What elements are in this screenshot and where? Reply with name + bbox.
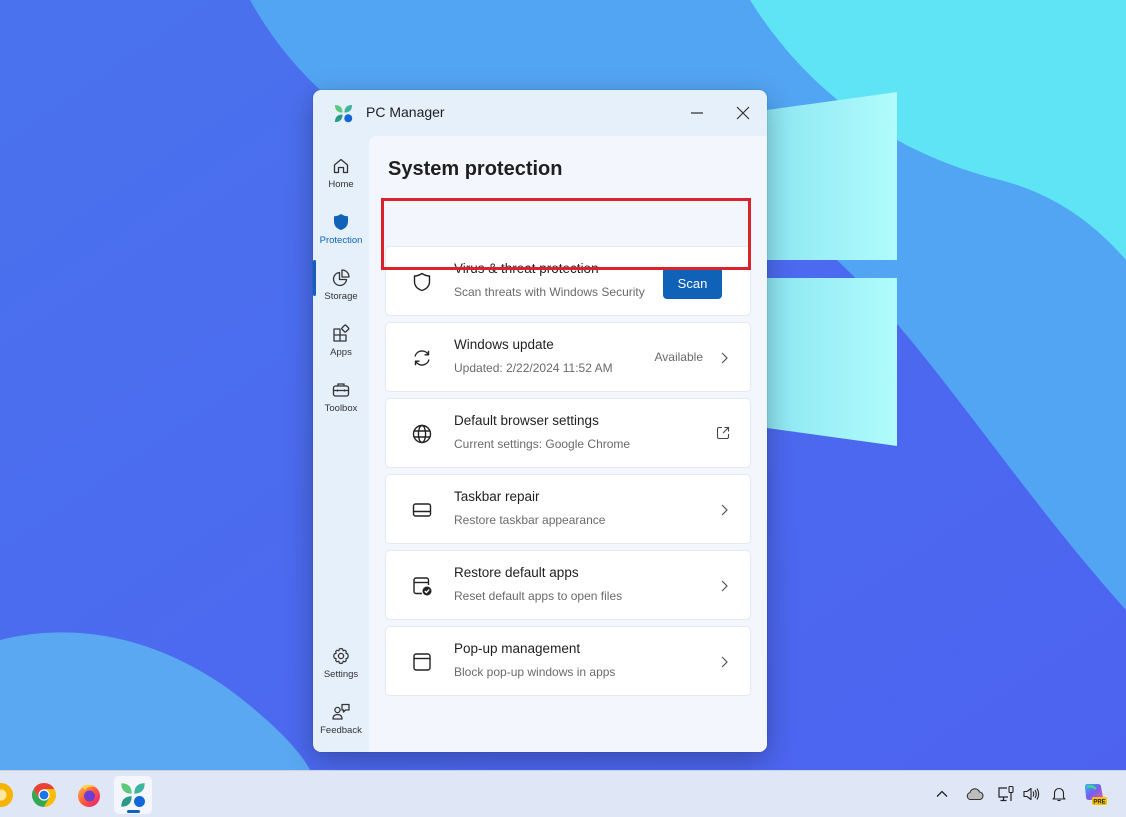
copilot-button[interactable]: PRE (1082, 781, 1108, 807)
sidebar-item-toolbox[interactable]: Toolbox (313, 378, 369, 428)
card-title: Default browser settings (454, 413, 599, 428)
card-taskbar-repair[interactable]: Taskbar repair Restore taskbar appearanc… (385, 474, 751, 544)
sidebar-item-label: Apps (330, 347, 352, 358)
chevron-right-icon (721, 352, 728, 364)
card-virus-threat-protection[interactable]: Virus & threat protection Scan threats w… (385, 246, 751, 316)
close-button[interactable] (723, 98, 763, 128)
card-subtitle: Block pop-up windows in apps (454, 665, 616, 679)
taskbar-app-firefox[interactable] (70, 776, 108, 814)
sidebar-item-label: Feedback (320, 725, 362, 736)
copilot-badge: PRE (1093, 800, 1105, 806)
taskbar: PRE (0, 770, 1126, 817)
minimize-icon (691, 112, 703, 114)
gear-icon (333, 647, 349, 665)
card-subtitle: Current settings: Google Chrome (454, 437, 631, 451)
scan-button[interactable]: Scan (663, 267, 722, 299)
globe-icon (412, 424, 432, 444)
card-title: Pop-up management (454, 641, 581, 656)
sidebar-item-label: Protection (319, 235, 363, 246)
windows-logo-pane (767, 92, 897, 260)
card-subtitle: Updated: 2/22/2024 11:52 AM (454, 361, 613, 375)
sidebar-item-home[interactable]: Home (313, 154, 369, 204)
card-title: Restore default apps (454, 565, 579, 580)
sidebar-nav: Home Protection Storage Apps Toolbox Set… (313, 140, 369, 752)
sidebar-item-label: Settings (323, 669, 359, 680)
sidebar-item-apps[interactable]: Apps (313, 322, 369, 372)
bell-icon (1052, 787, 1066, 802)
network-tray-button[interactable] (996, 784, 1016, 804)
card-windows-update[interactable]: Windows update Updated: 2/22/2024 11:52 … (385, 322, 751, 392)
pc-manager-icon (121, 783, 145, 807)
taskbar-app-pc-manager[interactable] (114, 776, 152, 814)
windows-logo-pane (767, 278, 897, 446)
taskbar-app-chrome-canary[interactable] (0, 776, 20, 814)
close-icon (736, 106, 750, 120)
card-title: Taskbar repair (454, 489, 540, 504)
network-icon (998, 785, 1014, 802)
running-indicator (127, 810, 140, 813)
taskbar-icon (412, 503, 432, 517)
sidebar-item-label: Home (328, 179, 354, 190)
toolbox-icon (332, 383, 350, 397)
app-check-icon (413, 577, 432, 596)
card-popup-management[interactable]: Pop-up management Block pop-up windows i… (385, 626, 751, 696)
window-title: PC Manager (366, 104, 445, 120)
shield-outline-icon (413, 272, 431, 292)
chrome-icon (31, 783, 57, 807)
pc-manager-logo-icon (334, 104, 353, 123)
card-subtitle: Reset default apps to open files (454, 589, 623, 603)
sidebar-item-label: Toolbox (324, 403, 358, 414)
chevron-right-icon (721, 656, 728, 668)
notifications-button[interactable] (1049, 784, 1069, 804)
home-icon (333, 158, 349, 174)
update-status: Available (654, 350, 703, 364)
taskbar-app-chrome[interactable] (25, 776, 63, 814)
card-title: Windows update (454, 337, 554, 352)
apps-icon (333, 324, 350, 342)
card-subtitle: Restore taskbar appearance (454, 513, 606, 527)
card-restore-default-apps[interactable]: Restore default apps Reset default apps … (385, 550, 751, 620)
chevron-right-icon (721, 580, 728, 592)
card-subtitle: Scan threats with Windows Security (454, 285, 645, 299)
external-link-icon (716, 426, 730, 440)
sidebar-item-settings[interactable]: Settings (313, 644, 369, 694)
shield-icon (334, 214, 348, 230)
speaker-icon (1023, 787, 1040, 801)
copilot-icon: PRE (1085, 784, 1107, 806)
pc-manager-window: PC Manager Home Protection Storage Apps … (313, 90, 767, 752)
sidebar-item-feedback[interactable]: Feedback (313, 700, 369, 750)
chevron-up-icon (936, 790, 948, 797)
minimize-button[interactable] (677, 98, 717, 128)
window-icon (413, 653, 431, 671)
chevron-right-icon (721, 504, 728, 516)
onedrive-tray-button[interactable] (965, 784, 985, 804)
chrome-canary-icon (0, 783, 13, 807)
sync-icon (414, 350, 430, 366)
show-hidden-icons-button[interactable] (932, 784, 952, 804)
page-title: System protection (388, 158, 563, 180)
cloud-icon (966, 788, 984, 801)
card-default-browser-settings[interactable]: Default browser settings Current setting… (385, 398, 751, 468)
content-pane: System protection Virus & threat protect… (369, 136, 767, 752)
sidebar-item-storage[interactable]: Storage (313, 266, 369, 316)
title-bar[interactable]: PC Manager (313, 90, 767, 136)
firefox-icon (78, 784, 100, 807)
feedback-icon (332, 703, 350, 720)
card-title: Virus & threat protection (454, 261, 599, 276)
sidebar-item-protection[interactable]: Protection (313, 210, 369, 260)
pie-chart-icon (332, 269, 350, 287)
sidebar-item-label: Storage (324, 291, 358, 302)
volume-tray-button[interactable] (1021, 784, 1041, 804)
